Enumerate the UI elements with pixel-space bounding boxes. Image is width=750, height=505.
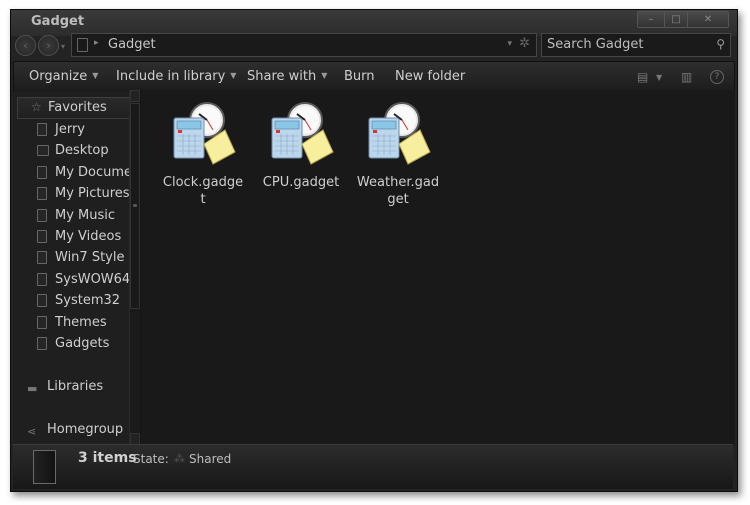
search-icon[interactable]: ⚲ [716, 37, 725, 51]
documents-icon [37, 166, 47, 179]
sidebar-item-label: System32 [55, 293, 121, 308]
sidebar-item-label: Desktop [55, 143, 109, 158]
sidebar-item-my-videos[interactable]: My Videos [33, 227, 129, 247]
preview-pane-icon[interactable]: ▥ [681, 70, 692, 84]
sidebar-item-label: My Pictures [55, 186, 129, 201]
help-icon[interactable]: ? [710, 70, 724, 84]
sidebar-item-syswow64[interactable]: SysWOW64 [33, 270, 129, 290]
homegroup-label: Homegroup [47, 422, 124, 437]
file-name: CPU.gadget [262, 175, 340, 190]
details-pane: 3 items State: ⁂ Shared [13, 444, 733, 489]
state-value: Shared [189, 452, 232, 466]
navigation-bar: ‹ › ▾ ▸ Gadget ▾ ✲ ⚲ [11, 32, 737, 60]
refresh-icon[interactable]: ✲ [519, 36, 530, 51]
sidebar-item-desktop[interactable]: Desktop [33, 141, 129, 161]
scrollbar-grip-icon [133, 204, 137, 207]
file-name: Weather.gadget [356, 175, 440, 207]
sidebar-item-jerry[interactable]: Jerry [33, 120, 129, 140]
sidebar-item-label: Jerry [55, 122, 85, 137]
share-with-button[interactable]: Share with ▼ [247, 69, 327, 84]
forward-arrow-icon: › [46, 39, 51, 52]
folder-icon [37, 123, 47, 136]
sidebar-item-gadgets[interactable]: Gadgets [33, 334, 129, 354]
chevron-down-icon: ▼ [321, 71, 328, 80]
maximize-button[interactable]: □ [665, 12, 688, 27]
navigation-pane: ☆ Favorites Jerry Desktop My Documents M… [13, 92, 140, 445]
breadcrumb-separator-icon[interactable]: ▸ [94, 38, 99, 48]
folder-icon [37, 251, 47, 264]
command-bar: Organize ▼ Include in library ▼ Share with… [13, 61, 735, 93]
sidebar-item-label: My Videos [55, 229, 122, 244]
organize-label: Organize [29, 69, 88, 84]
forward-button[interactable]: › [38, 35, 59, 56]
file-item-weather-gadget[interactable]: Weather.gadget [356, 100, 440, 208]
address-bar[interactable]: ▸ Gadget ▾ ✲ [71, 33, 537, 57]
file-name: Clock.gadget [162, 175, 244, 207]
file-item-clock-gadget[interactable]: Clock.gadget [161, 100, 245, 208]
star-icon: ☆ [31, 100, 42, 114]
folder-icon [37, 337, 47, 350]
folder-icon [37, 316, 47, 329]
address-dropdown-icon[interactable]: ▾ [507, 39, 512, 49]
sidebar-favorites[interactable]: ☆ Favorites [17, 97, 131, 119]
gadget-file-icon [173, 102, 236, 165]
folder-icon [37, 294, 47, 307]
music-icon [37, 209, 47, 222]
window-title: Gadget [31, 14, 85, 29]
sidebar-item-label: Gadgets [55, 336, 110, 351]
gadget-file-icon [368, 102, 431, 165]
favorites-label: Favorites [48, 100, 107, 115]
sidebar-item-system32[interactable]: System32 [33, 291, 129, 311]
folder-icon [77, 38, 88, 52]
view-dropdown-icon[interactable]: ▼ [656, 73, 662, 82]
folder-icon [33, 450, 56, 484]
minimize-button[interactable]: – [638, 12, 665, 27]
sidebar-item-my-music[interactable]: My Music [33, 206, 129, 226]
sidebar-item-label: My Documents [55, 165, 129, 180]
back-arrow-icon: ‹ [23, 39, 28, 52]
sidebar-item-label: SysWOW64 [55, 272, 129, 287]
sidebar-item-label: Themes [55, 315, 107, 330]
state-label: State: [133, 452, 169, 466]
chevron-down-icon: ▼ [92, 71, 99, 80]
libraries-icon: ▬ [27, 382, 38, 395]
homegroup-icon: ⋖ [27, 425, 37, 438]
scrollbar-thumb[interactable] [130, 103, 140, 309]
sidebar-item-themes[interactable]: Themes [33, 313, 129, 333]
sidebar-item-my-pictures[interactable]: My Pictures [33, 184, 129, 204]
libraries-label: Libraries [47, 379, 104, 394]
pictures-icon [37, 187, 47, 200]
navigation-pane-scrollbar[interactable] [129, 90, 140, 445]
search-input[interactable] [547, 36, 707, 53]
recent-pages-dropdown[interactable]: ▾ [61, 42, 65, 51]
desktop-icon [37, 145, 49, 156]
item-count: 3 items [78, 450, 137, 466]
change-view-icon[interactable]: ▤ [637, 70, 648, 84]
close-button[interactable]: ✕ [688, 12, 728, 27]
sidebar-item-my-documents[interactable]: My Documents [33, 163, 129, 183]
caption-buttons: – □ ✕ [637, 11, 729, 28]
breadcrumb-gadget[interactable]: Gadget [108, 37, 156, 52]
videos-icon [37, 230, 47, 243]
explorer-window: Gadget – □ ✕ ‹ › ▾ ▸ Gadget ▾ ✲ ⚲ Organi… [10, 9, 738, 492]
chevron-down-icon: ▼ [230, 71, 237, 80]
back-button[interactable]: ‹ [15, 35, 36, 56]
file-list: Clock.gadget CPU.gadget Weather.gadget [141, 90, 735, 445]
file-item-cpu-gadget[interactable]: CPU.gadget [259, 100, 343, 191]
organize-button[interactable]: Organize ▼ [29, 69, 98, 84]
sidebar-item-label: Win7 Style Builder [55, 250, 129, 265]
sidebar-item-win7-style-builder[interactable]: Win7 Style Builder [33, 248, 129, 268]
gadget-file-icon [271, 102, 334, 165]
new-folder-button[interactable]: New folder [395, 69, 465, 84]
search-box: ⚲ [541, 33, 731, 57]
include-in-library-label: Include in library [116, 69, 226, 84]
sidebar-item-label: My Music [55, 208, 116, 223]
shared-icon: ⁂ [174, 452, 185, 465]
include-in-library-button[interactable]: Include in library ▼ [116, 69, 236, 84]
share-with-label: Share with [247, 69, 317, 84]
scroll-up-button[interactable] [130, 90, 140, 102]
folder-icon [37, 273, 47, 286]
burn-button[interactable]: Burn [344, 69, 375, 84]
